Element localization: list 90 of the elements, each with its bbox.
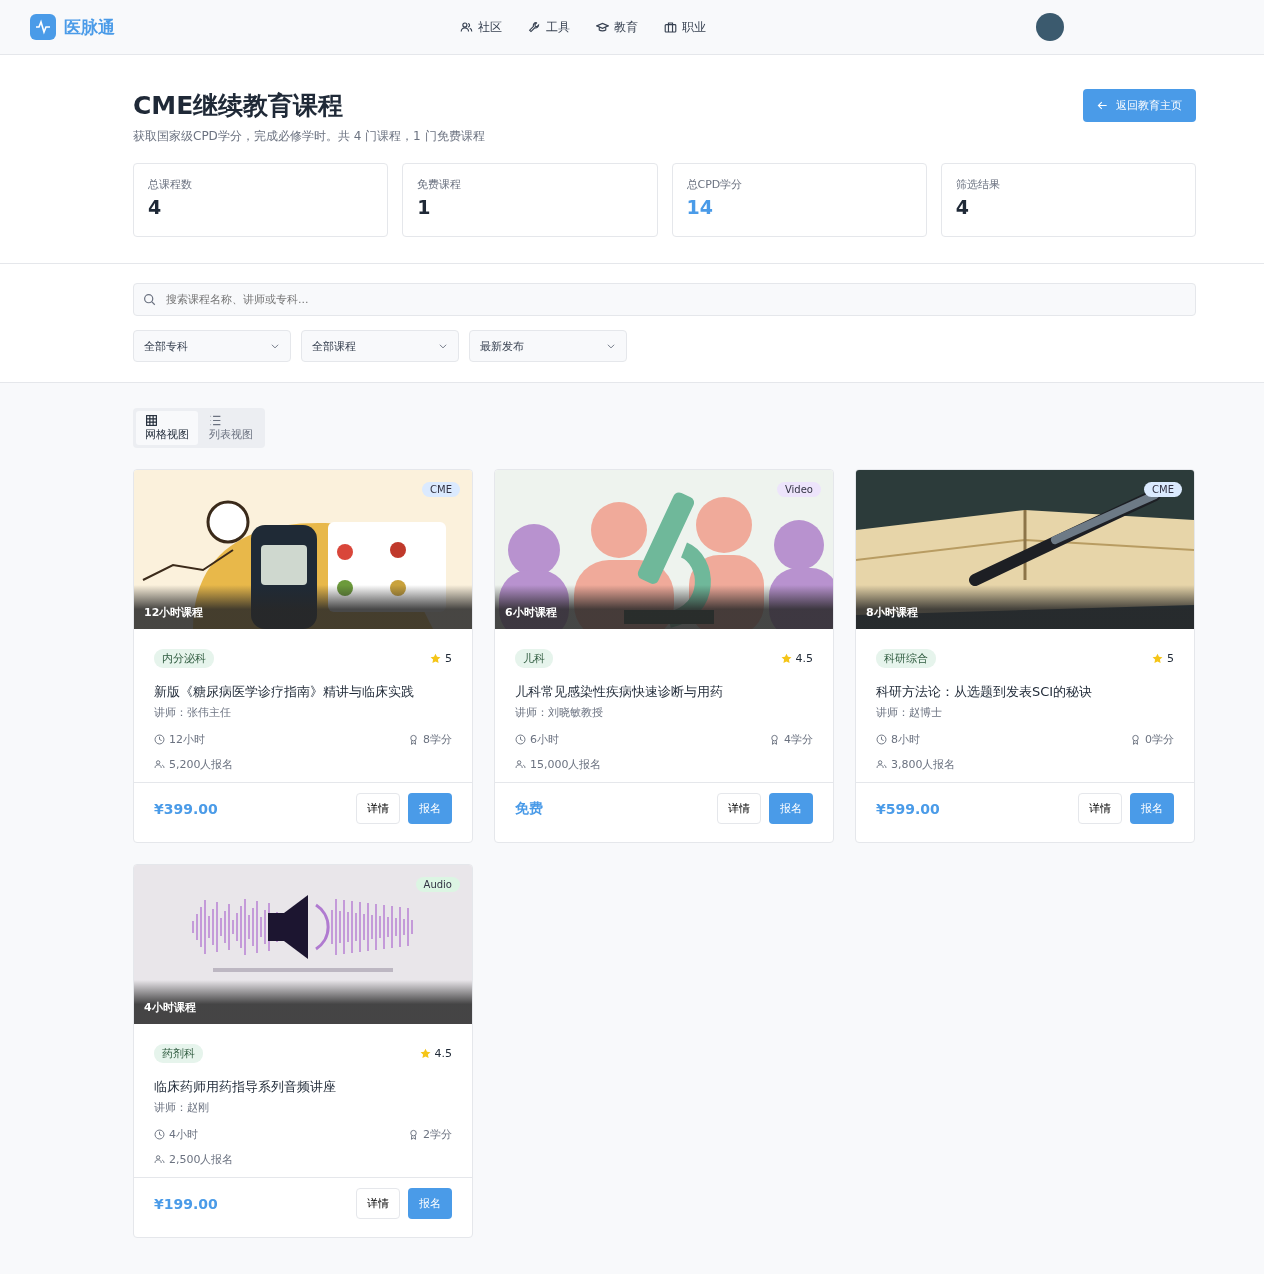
price: ¥399.00 [154, 800, 218, 817]
filter-dropdown[interactable]: 全部专科 [133, 330, 291, 362]
lecturer-name: 讲师：张伟主任 [154, 705, 232, 720]
arrow-left-icon [1097, 100, 1108, 111]
clock-icon [515, 734, 526, 745]
stat-label: 筛选结果 [955, 177, 1001, 192]
course-title[interactable]: 科研方法论：从选题到发表SCI的秘诀 [876, 683, 1174, 701]
lecturer-name: 讲师：赵博士 [876, 705, 943, 720]
rating-value: 4.5 [434, 1047, 452, 1060]
filter-dropdown[interactable]: 最新发布 [469, 330, 627, 362]
award-icon [1130, 734, 1141, 745]
rating-value: 5 [1167, 652, 1174, 665]
star-icon [430, 653, 441, 664]
nav-link[interactable]: 社区 [460, 18, 502, 36]
graduation-cap-icon [596, 20, 609, 34]
users-icon [876, 759, 887, 770]
stat-label: 总CPD学分 [686, 177, 744, 192]
users-icon [460, 20, 473, 34]
credits-text: 2学分 [423, 1127, 452, 1142]
duration-label: 12小时课程 [144, 605, 204, 620]
format-tag: CME [1144, 482, 1182, 497]
details-button[interactable]: 详情 [356, 1188, 400, 1219]
clock-icon [876, 734, 887, 745]
hours-text: 12小时 [169, 732, 205, 747]
course-title[interactable]: 新版《糖尿病医学诊疗指南》精讲与临床实践 [154, 683, 452, 701]
price: 免费 [515, 799, 543, 818]
stat-value: 1 [417, 196, 432, 218]
details-button[interactable]: 详情 [1078, 793, 1122, 824]
search-field[interactable]: 搜索课程名称、讲师或专科... [133, 283, 1196, 316]
star-icon [780, 653, 792, 664]
specialty-tag: 药剂科 [154, 1044, 203, 1063]
briefcase-icon [664, 20, 677, 34]
enrolled-count: 15,000人报名 [530, 757, 602, 772]
star-icon [419, 1048, 431, 1059]
details-button[interactable]: 详情 [717, 793, 761, 824]
clock-icon [154, 1129, 165, 1140]
specialty-tag: 内分泌科 [154, 649, 214, 668]
course-title[interactable]: 儿科常见感染性疾病快速诊断与用药 [515, 683, 813, 701]
lecturer-name: 讲师：赵刚 [154, 1100, 210, 1115]
enrolled-count: 5,200人报名 [169, 757, 234, 772]
page-subtitle: 获取国家级CPD学分，完成必修学时。共 4 门课程，1 门免费课程 [133, 128, 485, 145]
search-icon [143, 293, 156, 306]
users-icon [154, 1154, 165, 1165]
nav-link[interactable]: 职业 [664, 18, 706, 36]
stat-label: 免费课程 [417, 177, 463, 192]
credits-text: 8学分 [423, 732, 452, 747]
users-icon [154, 759, 165, 770]
clock-icon [154, 734, 165, 745]
price: ¥199.00 [154, 1195, 218, 1212]
credits-text: 4学分 [784, 732, 813, 747]
specialty-tag: 科研综合 [876, 649, 936, 668]
chevron-down-icon [270, 341, 280, 351]
price: ¥599.00 [876, 800, 940, 817]
course-title[interactable]: 临床药师用药指导系列音频讲座 [154, 1078, 452, 1096]
stat-value: 4 [148, 196, 163, 218]
wrench-icon [528, 20, 541, 34]
stat-value: 4 [955, 196, 970, 218]
specialty-tag: 儿科 [515, 649, 553, 668]
page-title: CME继续教育课程 [133, 90, 345, 122]
nav-link[interactable]: 教育 [596, 18, 638, 36]
view-toggle-tab[interactable]: 列表视图 [200, 411, 262, 445]
hours-text: 4小时 [169, 1127, 198, 1142]
duration-label: 8小时课程 [866, 605, 918, 620]
filter-dropdown[interactable]: 全部课程 [301, 330, 459, 362]
grid-icon [145, 414, 158, 427]
hours-text: 6小时 [530, 732, 559, 747]
view-toggle-tab[interactable]: 网格视图 [136, 411, 198, 445]
nav-link[interactable]: 工具 [528, 18, 570, 36]
format-tag: CME [422, 482, 460, 497]
award-icon [408, 734, 419, 745]
star-icon [1152, 653, 1163, 664]
details-button[interactable]: 详情 [356, 793, 400, 824]
stat-value: 14 [686, 196, 714, 218]
enrolled-count: 2,500人报名 [169, 1152, 234, 1167]
users-icon [515, 759, 526, 770]
chevron-down-icon [438, 341, 448, 351]
hours-text: 8小时 [891, 732, 920, 747]
lecturer-name: 讲师：刘晓敏教授 [515, 705, 604, 720]
rating-value: 4.5 [795, 652, 813, 665]
duration-label: 4小时课程 [144, 1000, 196, 1015]
enrolled-count: 3,800人报名 [891, 757, 956, 772]
chevron-down-icon [606, 341, 616, 351]
credits-text: 0学分 [1145, 732, 1174, 747]
rating-value: 5 [445, 652, 452, 665]
award-icon [769, 734, 780, 745]
pulse-logo-icon [30, 14, 56, 40]
stat-label: 总课程数 [148, 177, 193, 192]
duration-label: 6小时课程 [505, 605, 557, 620]
award-icon [408, 1129, 419, 1140]
avatar[interactable] [1036, 13, 1064, 41]
